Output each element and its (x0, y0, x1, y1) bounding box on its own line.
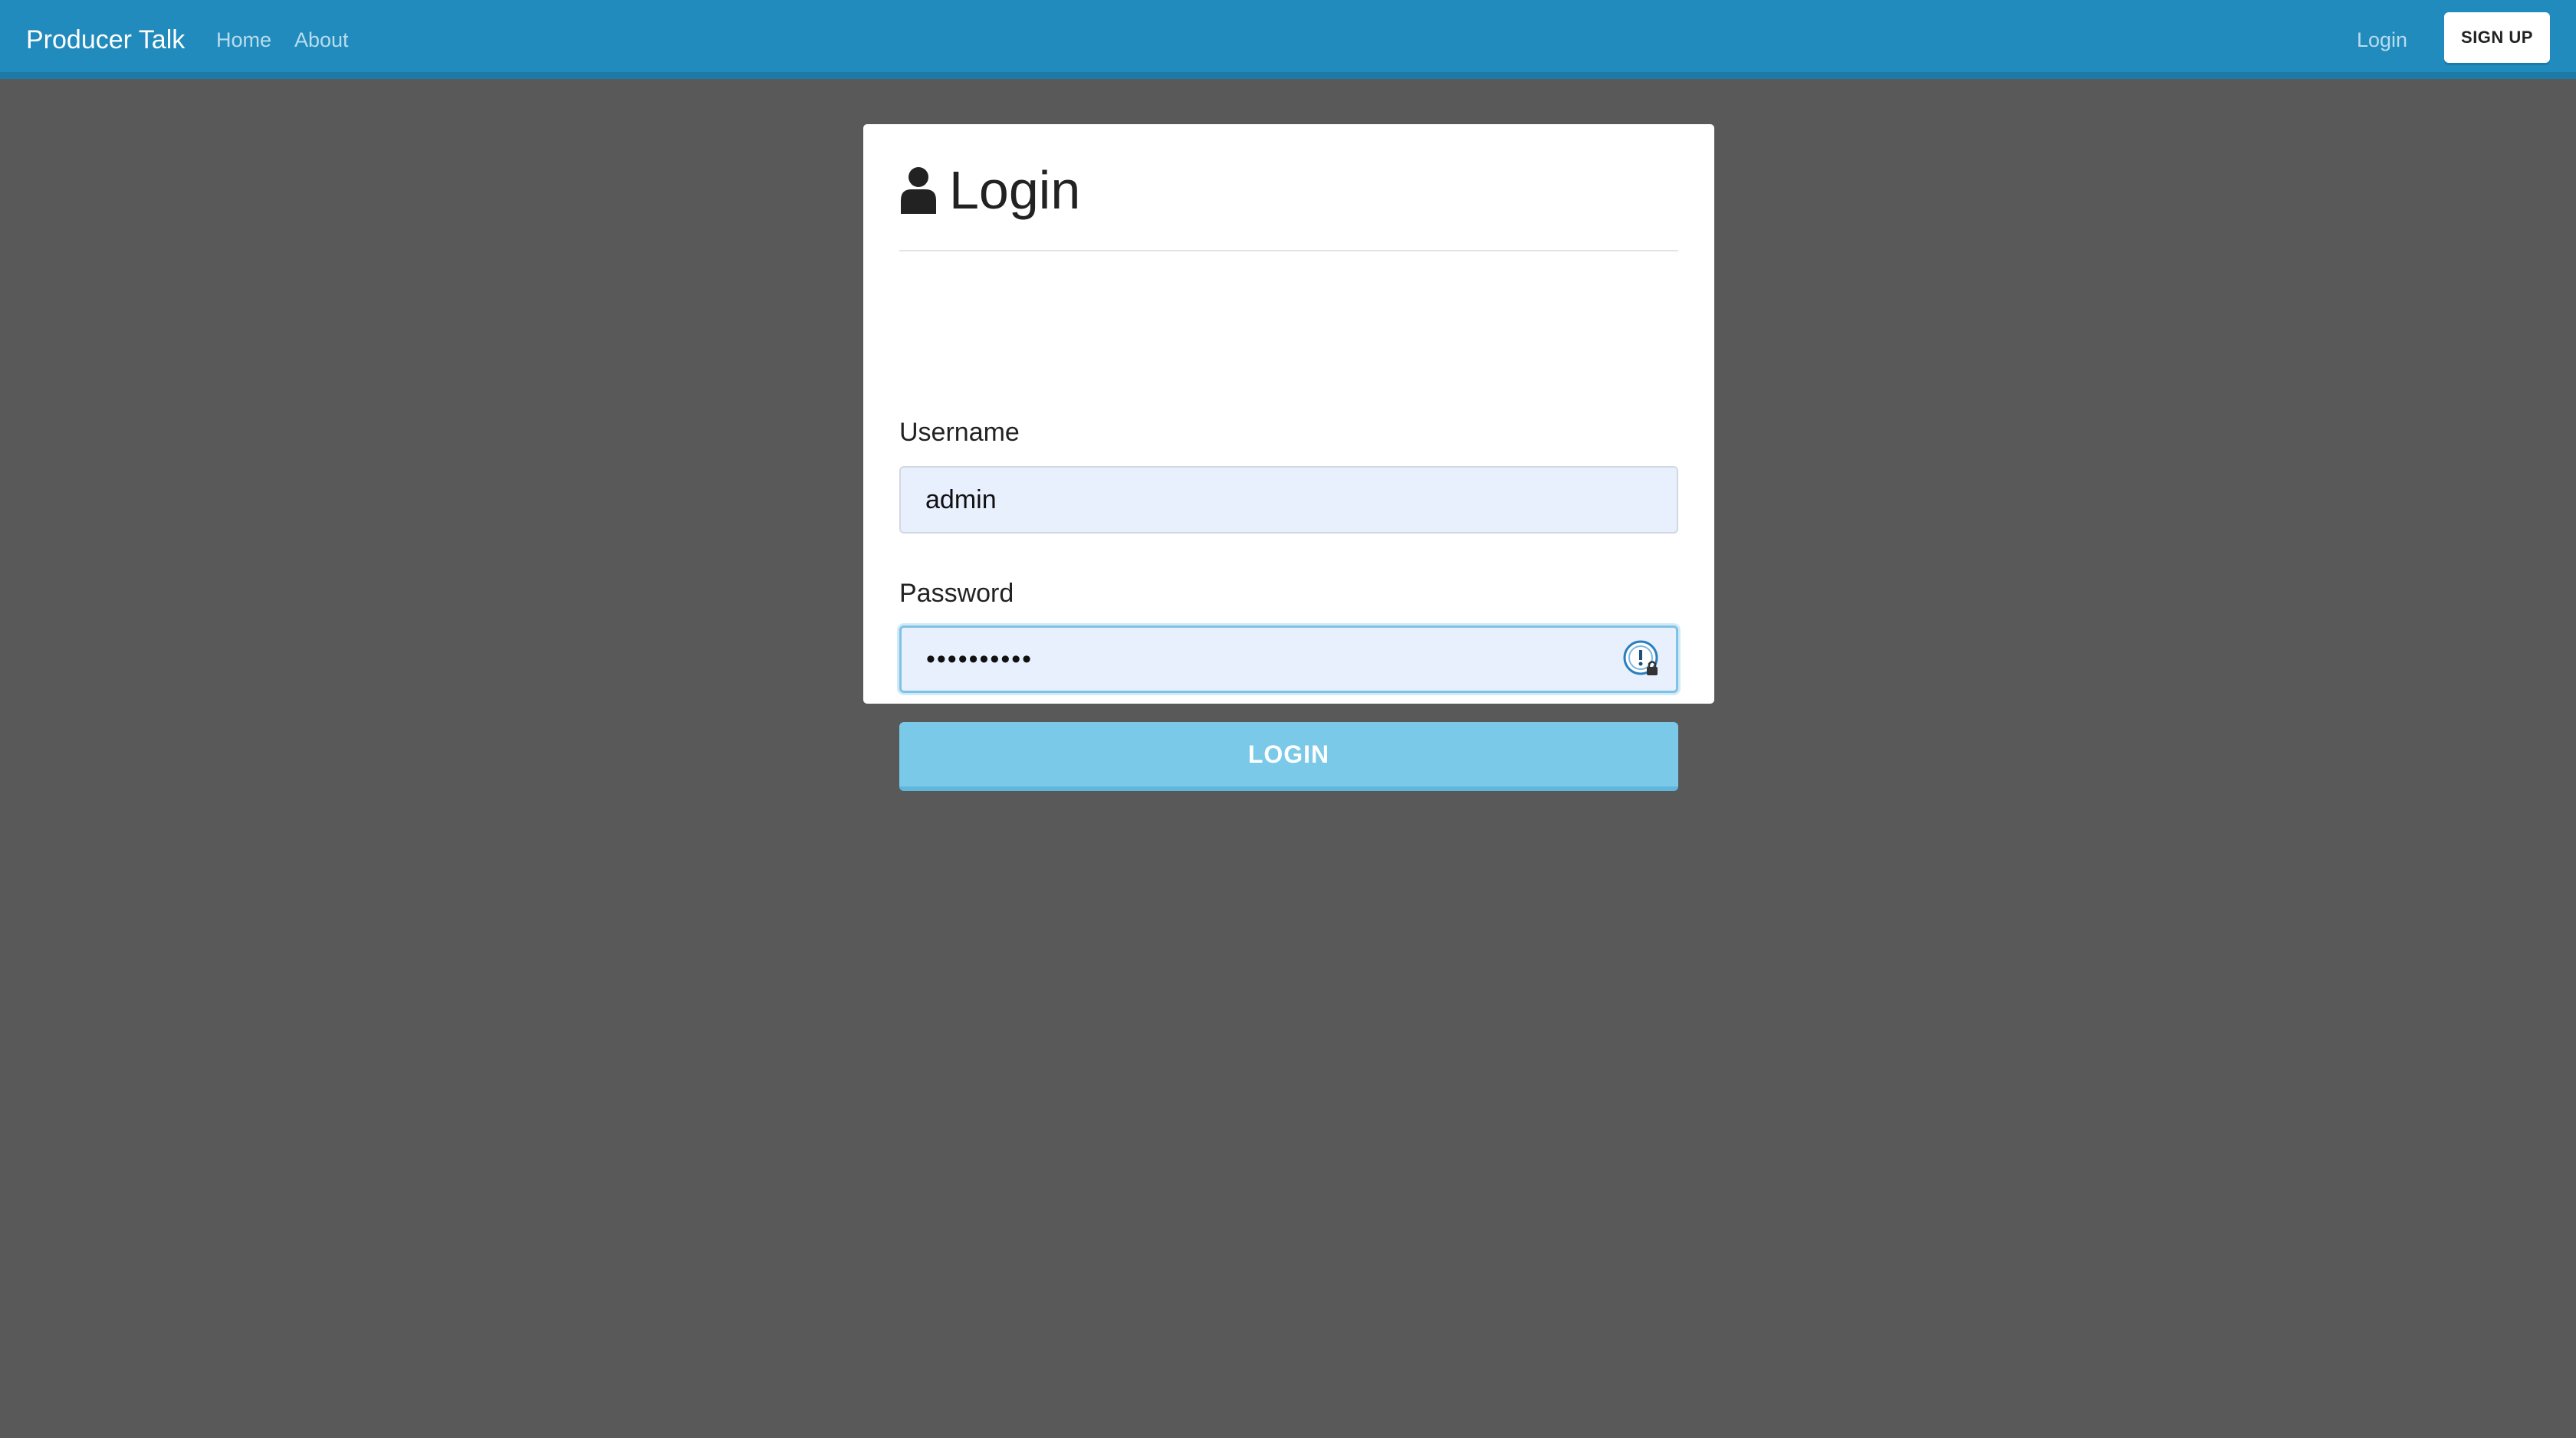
login-heading: Login (899, 159, 1080, 221)
nav-login-link[interactable]: Login (2357, 26, 2407, 54)
password-label: Password (899, 579, 1014, 608)
login-submit-button[interactable]: LOGIN (899, 722, 1678, 791)
login-card: Login Username Password LOGIN (863, 124, 1714, 791)
nav-about-link[interactable]: About (294, 26, 349, 54)
heading-divider (899, 250, 1678, 251)
username-input[interactable] (899, 466, 1678, 534)
user-icon (901, 167, 936, 214)
username-label: Username (899, 418, 1020, 447)
password-manager-icon[interactable] (1622, 639, 1662, 679)
nav-home-link[interactable]: Home (216, 26, 271, 54)
password-input[interactable] (899, 625, 1678, 693)
page-title: Login (949, 160, 1081, 220)
sign-up-button[interactable]: SIGN UP (2444, 12, 2550, 63)
brand-link[interactable]: Producer Talk (26, 23, 185, 57)
top-navbar: Producer Talk Home About Login SIGN UP (0, 0, 2576, 79)
